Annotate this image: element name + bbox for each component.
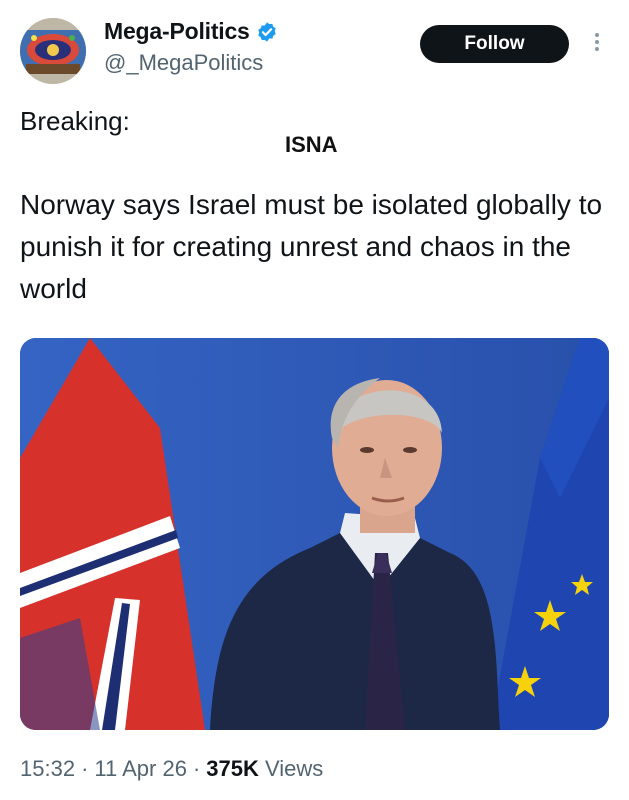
meta-separator: · [81,756,89,781]
name-row: Mega-Politics [104,18,278,45]
meta-separator: · [192,756,201,781]
follow-button[interactable]: Follow [420,25,569,63]
more-options-icon[interactable] [590,30,604,60]
breaking-label: Breaking: [20,106,130,136]
views-label[interactable]: Views [265,756,323,781]
avatar[interactable] [20,18,86,84]
account-handle[interactable]: @_MegaPolitics [104,50,263,76]
views-count[interactable]: 375K [206,756,259,781]
tweet-date[interactable]: 11 Apr 26 [94,756,187,782]
tweet-text: Norway says Israel must be isolated glob… [20,189,603,304]
tweet-meta: 15:32 · 11 Apr 26 · 375K Views [20,756,323,782]
tweet-image[interactable] [20,338,609,730]
verified-badge-icon [257,21,276,42]
tweet-header: Mega-Politics @_MegaPolitics Follow [0,0,629,100]
source-label: ISNA [285,132,338,157]
display-name[interactable]: Mega-Politics [104,18,250,45]
tweet-time[interactable]: 15:32 [20,756,75,782]
